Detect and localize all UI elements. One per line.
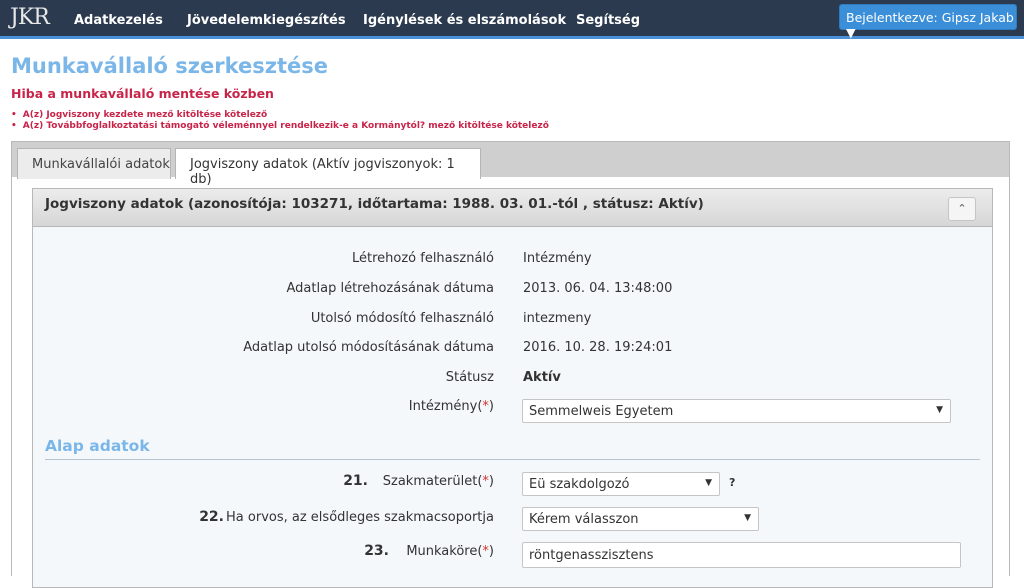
value-letrehozo: Intézmény bbox=[523, 251, 592, 266]
intezmeny-selected: Semmelweis Egyetem bbox=[529, 404, 674, 419]
label-modosito: Utolsó módosító felhasználó bbox=[310, 311, 494, 326]
label-elsodleges-szakmacsoport: Ha orvos, az elsődleges szakmacsoportja bbox=[226, 510, 494, 525]
szakmaterulet-select[interactable]: Eü szakdolgozó ▼ bbox=[522, 472, 720, 496]
page-title: Munkavállaló szerkesztése bbox=[11, 54, 329, 78]
szakmacsoport-selected: Kérem válasszon bbox=[529, 512, 639, 527]
intezmeny-select[interactable]: Semmelweis Egyetem ▼ bbox=[522, 399, 951, 423]
field-number-23: 23. bbox=[364, 543, 389, 559]
tab-munkavallaloi-adatok[interactable]: Munkavállalói adatok bbox=[17, 148, 171, 179]
label-intezmeny: Intézmény(*) bbox=[408, 399, 494, 414]
label-szakmaterulet: Szakmaterület(*) bbox=[382, 474, 494, 489]
error-list: A(z) Jogviszony kezdete mező kitöltése k… bbox=[11, 110, 549, 132]
top-navbar: JKR Adatkezelés Jövedelemkiegészítés Igé… bbox=[0, 0, 1024, 40]
error-item: A(z) Továbbfoglalkoztatási támogató véle… bbox=[11, 121, 549, 132]
divider bbox=[45, 459, 980, 460]
value-statusz: Aktív bbox=[523, 370, 561, 385]
section-title-alap: Alap adatok bbox=[45, 437, 150, 455]
value-modosito: intezmeny bbox=[523, 311, 592, 326]
dropdown-arrow-icon: ▼ bbox=[744, 513, 751, 523]
jogviszony-panel: Jogviszony adatok (azonosítója: 103271, … bbox=[32, 188, 993, 588]
nav-item-igenylesek[interactable]: Igénylések és elszámolások bbox=[363, 13, 566, 28]
munkakore-input[interactable]: röntgenasszisztens bbox=[522, 542, 961, 568]
dropdown-arrow-icon: ▼ bbox=[936, 405, 943, 415]
value-modositas-datum: 2016. 10. 28. 19:24:01 bbox=[523, 340, 673, 355]
label-statusz: Státusz bbox=[445, 370, 494, 385]
label-letrehozas-datum: Adatlap létrehozásának dátuma bbox=[286, 281, 494, 296]
value-letrehozas-datum: 2013. 06. 04. 13:48:00 bbox=[523, 281, 673, 296]
chevron-up-icon: ⌃ bbox=[957, 202, 967, 215]
error-title: Hiba a munkavállaló mentése közben bbox=[11, 86, 274, 101]
collapse-button[interactable]: ⌃ bbox=[948, 197, 976, 221]
label-munkakore: Munkaköre(*) bbox=[406, 544, 494, 559]
field-number-22: 22. bbox=[199, 509, 224, 525]
panel-title: Jogviszony adatok (azonosítója: 103271, … bbox=[45, 196, 704, 212]
nav-item-segitseg[interactable]: Segítség bbox=[576, 13, 640, 28]
szakmaterulet-selected: Eü szakdolgozó bbox=[529, 477, 630, 492]
dropdown-arrow-icon: ▼ bbox=[705, 478, 712, 488]
nav-item-jovedelemkiegeszites[interactable]: Jövedelemkiegészítés bbox=[187, 13, 346, 28]
tab-jogviszony-adatok[interactable]: Jogviszony adatok (Aktív jogviszonyok: 1… bbox=[175, 148, 481, 187]
label-modositas-datum: Adatlap utolsó módosításának dátuma bbox=[243, 340, 494, 355]
help-icon[interactable]: ? bbox=[729, 476, 735, 489]
field-number-21: 21. bbox=[343, 473, 368, 489]
nav-item-adatkezeles[interactable]: Adatkezelés bbox=[74, 13, 163, 28]
tabs-bar: Munkavállalói adatok Jogviszony adatok (… bbox=[11, 141, 1010, 187]
panel-header: Jogviszony adatok (azonosítója: 103271, … bbox=[33, 189, 992, 227]
szakmacsoport-select[interactable]: Kérem válasszon ▼ bbox=[522, 507, 759, 531]
user-menu-button[interactable]: Bejelentkezve: Gipsz Jakab ▼ bbox=[839, 4, 1017, 40]
error-item: A(z) Jogviszony kezdete mező kitöltése k… bbox=[11, 110, 549, 121]
label-letrehozo: Létrehozó felhasználó bbox=[351, 251, 494, 266]
app-logo[interactable]: JKR bbox=[10, 5, 50, 30]
